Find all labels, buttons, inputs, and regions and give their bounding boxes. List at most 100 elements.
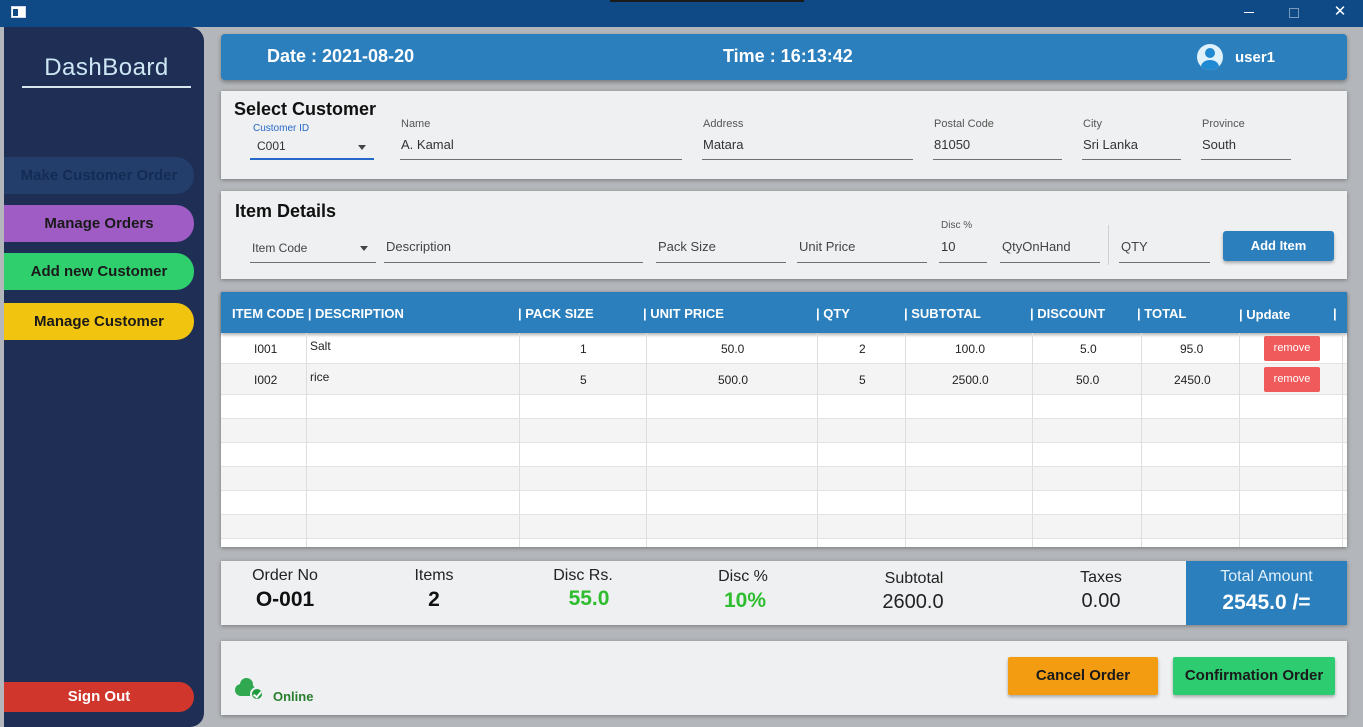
taxes-label: Taxes bbox=[1080, 569, 1122, 586]
name-underline bbox=[400, 159, 682, 160]
customer-id-value: C001 bbox=[257, 139, 286, 153]
cell-pack-size: 5 bbox=[580, 373, 587, 387]
disc-underline bbox=[939, 262, 987, 263]
description-field[interactable]: Description bbox=[386, 239, 451, 254]
order-items-table: ITEM CODE | DESCRIPTION | PACK SIZE | UN… bbox=[221, 292, 1347, 547]
chevron-down-icon[interactable] bbox=[360, 246, 368, 251]
cell-unit-price: 500.0 bbox=[718, 373, 749, 387]
sign-out-button[interactable]: Sign Out bbox=[4, 682, 194, 712]
customer-id-select[interactable] bbox=[250, 158, 374, 160]
cell-qty: 2 bbox=[859, 342, 866, 356]
cell-description: Salt bbox=[310, 339, 331, 353]
province-field[interactable]: South bbox=[1202, 137, 1236, 152]
select-customer-title: Select Customer bbox=[234, 99, 377, 119]
disc-field[interactable]: 10 bbox=[941, 239, 955, 254]
dashboard-title: DashBoard bbox=[22, 54, 191, 88]
cell-total: 95.0 bbox=[1180, 342, 1204, 356]
qty-underline bbox=[1119, 262, 1210, 263]
table-header: ITEM CODE | DESCRIPTION | PACK SIZE | UN… bbox=[221, 292, 1347, 333]
username-label: user1 bbox=[1235, 49, 1276, 66]
close-icon[interactable]: ✕ bbox=[1317, 0, 1363, 27]
taxes-value: 0.00 bbox=[1081, 590, 1121, 612]
header-bar: Date : 2021-08-20 Time : 16:13:42 user1 bbox=[221, 34, 1347, 80]
cloud-check-icon bbox=[235, 677, 265, 701]
disc-pct-label: Disc % bbox=[718, 568, 768, 585]
date-display: Date : 2021-08-20 bbox=[267, 46, 415, 66]
sidebar-item-manage-customer[interactable]: Manage Customer bbox=[4, 303, 194, 340]
column-divider bbox=[306, 333, 307, 547]
app-icon bbox=[11, 6, 26, 18]
province-label: Province bbox=[1202, 118, 1245, 130]
item-code-underline bbox=[250, 262, 376, 263]
total-amount-value: 2545.0 /= bbox=[1222, 591, 1311, 614]
cell-description: rice bbox=[310, 370, 330, 384]
disc-rs-label: Disc Rs. bbox=[553, 567, 613, 584]
item-details-title: Item Details bbox=[235, 201, 337, 221]
address-field[interactable]: Matara bbox=[703, 137, 743, 152]
qty-field[interactable]: QTY bbox=[1121, 239, 1148, 254]
col-item-code: ITEM CODE | bbox=[232, 306, 312, 321]
divider bbox=[1108, 225, 1109, 265]
city-label: City bbox=[1083, 118, 1102, 130]
order-summary-panel: Order No O-001 Items 2 Disc Rs. 55.0 Dis… bbox=[221, 561, 1347, 625]
city-field[interactable]: Sri Lanka bbox=[1083, 137, 1138, 152]
qty-on-hand-underline bbox=[1000, 262, 1100, 263]
col-discount: | DISCOUNT bbox=[1030, 306, 1106, 321]
sidebar-item-make-customer-order[interactable]: Make Customer Order bbox=[4, 157, 194, 194]
sidebar: DashBoard Make Customer Order Manage Ord… bbox=[4, 27, 204, 727]
subtotal-label: Subtotal bbox=[884, 570, 944, 587]
city-underline bbox=[1082, 159, 1181, 160]
title-strip bbox=[610, 0, 804, 2]
select-customer-panel: Select Customer Customer ID C001 Name A.… bbox=[221, 91, 1347, 179]
table-row-empty bbox=[221, 467, 1347, 491]
name-field[interactable]: A. Kamal bbox=[401, 137, 454, 152]
name-label: Name bbox=[401, 118, 431, 130]
unit-price-field[interactable]: Unit Price bbox=[799, 239, 855, 254]
disc-label: Disc % bbox=[941, 220, 973, 231]
disc-pct-value: 10% bbox=[723, 589, 767, 612]
table-row-empty bbox=[221, 419, 1347, 443]
postal-code-field[interactable]: 81050 bbox=[934, 137, 970, 152]
column-divider bbox=[519, 333, 520, 547]
province-underline bbox=[1201, 159, 1291, 160]
address-label: Address bbox=[703, 118, 744, 130]
items-value: 2 bbox=[428, 588, 440, 611]
sidebar-item-add-new-customer[interactable]: Add new Customer bbox=[4, 253, 194, 290]
item-code-select[interactable]: Item Code bbox=[252, 241, 307, 255]
confirm-order-button[interactable]: Confirmation Order bbox=[1173, 657, 1335, 695]
disc-rs-value: 55.0 bbox=[568, 587, 610, 610]
sidebar-item-manage-orders[interactable]: Manage Orders bbox=[4, 205, 194, 242]
cell-discount: 50.0 bbox=[1076, 373, 1100, 387]
table-row-empty bbox=[221, 491, 1347, 515]
cancel-order-button[interactable]: Cancel Order bbox=[1008, 657, 1158, 695]
item-details-panel: Item Details Item Code Description Pack … bbox=[221, 191, 1347, 279]
order-no-label: Order No bbox=[252, 567, 318, 584]
items-label: Items bbox=[414, 567, 454, 584]
total-amount-box: Total Amount 2545.0 /= bbox=[1186, 561, 1347, 625]
table-row[interactable]: I002 rice 5 500.0 5 2500.0 50.0 2450.0 r… bbox=[221, 364, 1347, 395]
cell-discount: 5.0 bbox=[1080, 342, 1097, 356]
table-row-empty bbox=[221, 395, 1347, 419]
remove-button[interactable]: remove bbox=[1264, 367, 1320, 392]
cell-subtotal: 2500.0 bbox=[952, 373, 989, 387]
maximize-icon[interactable] bbox=[1271, 0, 1317, 27]
col-subtotal: | SUBTOTAL bbox=[904, 306, 981, 321]
cell-unit-price: 50.0 bbox=[721, 342, 745, 356]
col-qty: | QTY bbox=[816, 306, 850, 321]
cell-pack-size: 1 bbox=[580, 342, 587, 356]
chevron-down-icon[interactable] bbox=[358, 145, 366, 150]
user-avatar-icon[interactable] bbox=[1197, 44, 1223, 70]
pack-size-underline bbox=[656, 262, 786, 263]
cell-qty: 5 bbox=[859, 373, 866, 387]
table-row-empty bbox=[221, 443, 1347, 467]
pack-size-field[interactable]: Pack Size bbox=[658, 239, 716, 254]
minimize-icon[interactable] bbox=[1226, 0, 1272, 27]
table-body: I001 Salt 1 50.0 2 100.0 5.0 95.0 remove… bbox=[221, 333, 1347, 547]
cell-item-code: I002 bbox=[254, 373, 278, 387]
window-titlebar: ✕ bbox=[0, 0, 1363, 27]
qty-on-hand-field[interactable]: QtyOnHand bbox=[1002, 239, 1071, 254]
time-display: Time : 16:13:42 bbox=[723, 46, 853, 66]
add-item-button[interactable]: Add Item bbox=[1223, 231, 1334, 261]
remove-button[interactable]: remove bbox=[1264, 336, 1320, 361]
table-row[interactable]: I001 Salt 1 50.0 2 100.0 5.0 95.0 remove bbox=[221, 333, 1347, 364]
